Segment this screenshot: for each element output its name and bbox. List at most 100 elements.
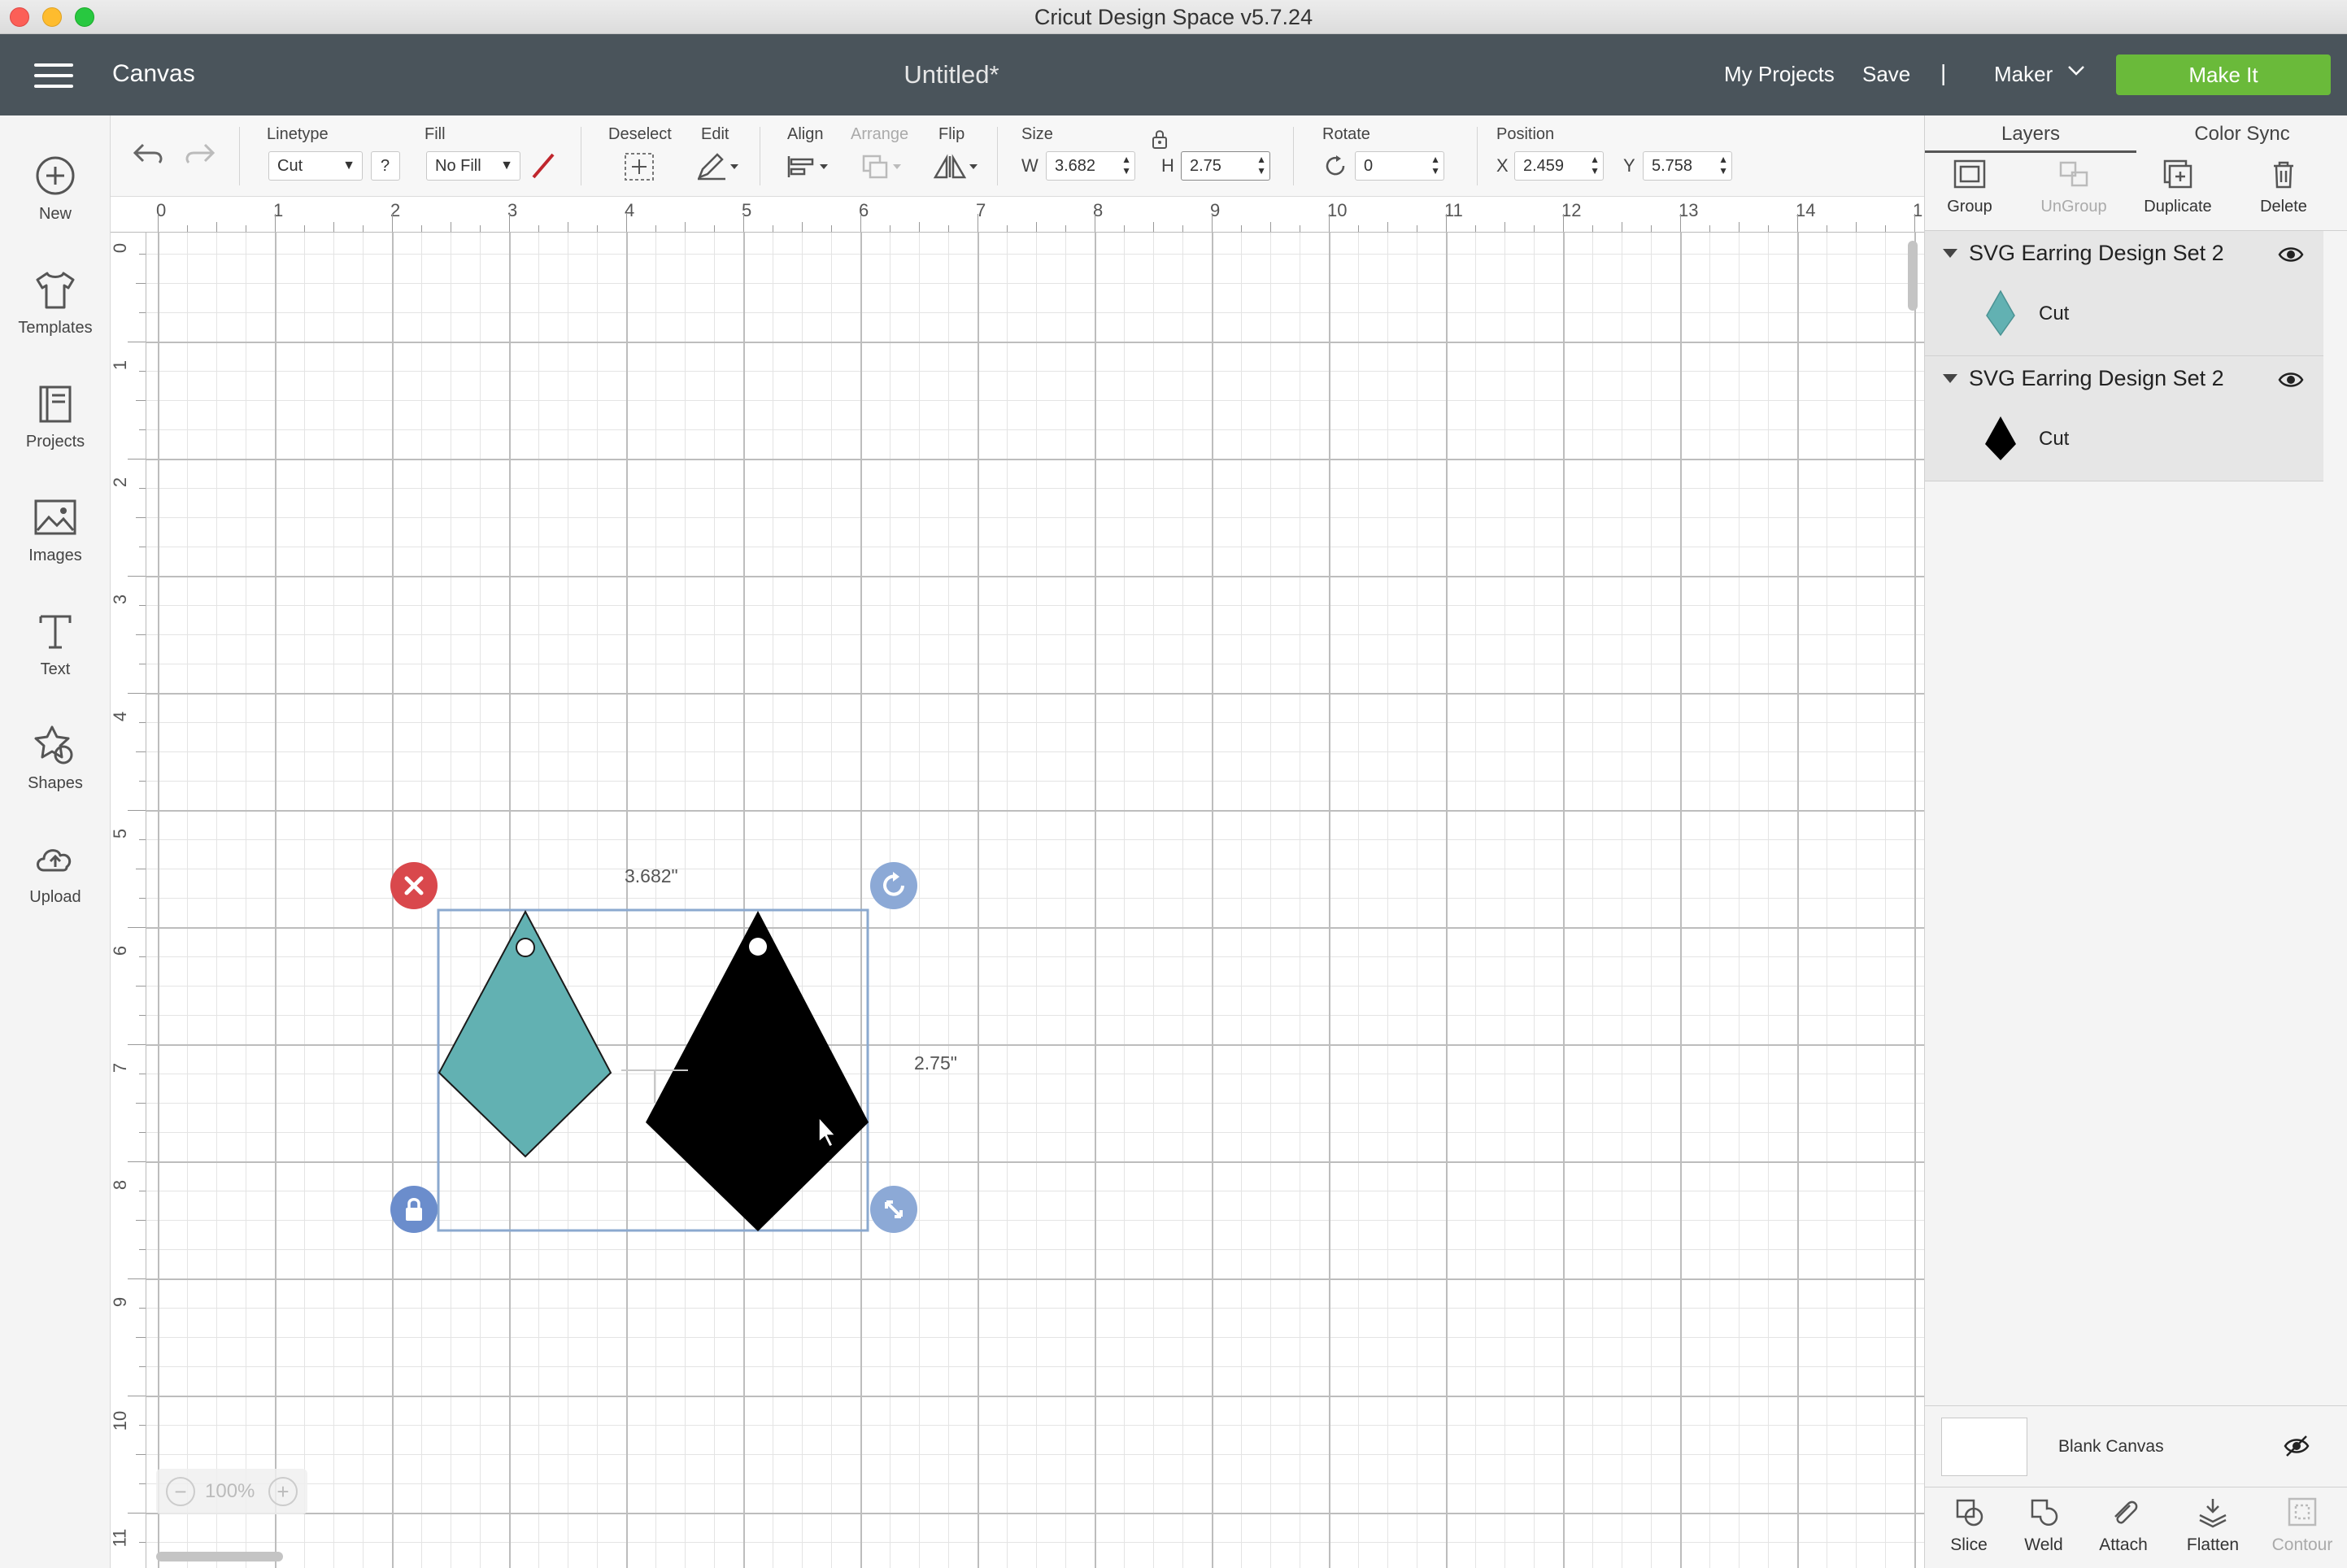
no-fill-swatch-icon[interactable] xyxy=(529,151,558,181)
position-label: Position xyxy=(1496,125,1555,143)
align-icon[interactable] xyxy=(784,151,833,186)
tshirt-icon xyxy=(36,272,75,309)
horizontal-scrollbar[interactable] xyxy=(156,1552,283,1561)
width-input[interactable]: 3.682 ▲ ▼ xyxy=(1046,151,1135,181)
layer-actions: Slice Weld Attach Flatten Contour xyxy=(1925,1487,2347,1568)
sidebar-item-label: Projects xyxy=(25,433,85,451)
eye-icon[interactable] xyxy=(2278,369,2304,394)
text-icon xyxy=(39,615,72,649)
teal-earring-hole xyxy=(516,938,535,957)
slice-button[interactable]: Slice xyxy=(1930,1496,2008,1555)
blank-canvas-row[interactable]: Blank Canvas xyxy=(1925,1405,2347,1487)
collapse-triangle-icon[interactable] xyxy=(1943,249,1957,258)
rotate-label: Rotate xyxy=(1322,125,1370,143)
image-icon xyxy=(34,499,76,535)
sidebar-item-templates[interactable]: Templates xyxy=(0,254,111,359)
flip-icon[interactable] xyxy=(930,151,981,186)
slice-label: Slice xyxy=(1950,1535,1988,1554)
height-input[interactable]: 2.75 ▲ ▼ xyxy=(1181,151,1270,181)
resize-selection-button[interactable] xyxy=(870,1186,917,1233)
delete-selection-button[interactable] xyxy=(390,862,438,909)
sidebar-item-images[interactable]: Images xyxy=(0,481,111,587)
y-position-input[interactable]: 5.758 ▲ ▼ xyxy=(1643,151,1732,181)
zoom-in-button[interactable]: + xyxy=(268,1477,298,1506)
chevron-down-icon[interactable] xyxy=(2066,60,2087,87)
blank-canvas-swatch xyxy=(1941,1418,2027,1476)
machine-select[interactable]: Maker xyxy=(1994,62,2053,87)
edit-pencil-icon[interactable] xyxy=(693,151,742,186)
plus-circle-icon xyxy=(36,156,75,195)
sidebar-item-label: Text xyxy=(40,660,71,678)
design-canvas[interactable]: 0 1 2 3 4 5 6 7 8 9 10 11 12 13 14 1 0 1… xyxy=(111,197,1924,1568)
linetype-help-button[interactable]: ? xyxy=(371,151,400,181)
edit-label: Edit xyxy=(701,125,729,143)
group-icon xyxy=(1953,159,1986,189)
zoom-out-button[interactable]: − xyxy=(166,1477,195,1506)
stepper-icon[interactable]: ▲ ▼ xyxy=(1718,154,1728,176)
y-label: Y xyxy=(1623,155,1635,176)
cloud-upload-icon xyxy=(37,849,72,872)
projects-icon xyxy=(39,385,72,423)
left-sidebar: New Templates Projects Images Text Shape… xyxy=(0,115,111,1568)
layer-group[interactable]: SVG Earring Design Set 2 Cut xyxy=(1925,356,2323,481)
group-button[interactable]: Group xyxy=(1925,158,2014,216)
rotate-selection-button[interactable] xyxy=(870,862,917,909)
sidebar-item-projects[interactable]: Projects xyxy=(0,368,111,473)
undo-icon[interactable] xyxy=(132,138,166,172)
paperclip-icon xyxy=(2114,1500,2138,1524)
stepper-icon[interactable]: ▲ ▼ xyxy=(1121,154,1131,176)
vertical-scrollbar[interactable] xyxy=(1908,241,1918,311)
rotate-value: 0 xyxy=(1364,157,1374,175)
deselect-icon[interactable] xyxy=(623,151,655,186)
contour-icon xyxy=(2288,1497,2317,1527)
stepper-icon[interactable]: ▲ ▼ xyxy=(1430,154,1440,176)
caret-down-icon: ▼ xyxy=(342,159,355,172)
fill-select[interactable]: No Fill ▼ xyxy=(426,151,520,181)
weld-label: Weld xyxy=(2024,1535,2063,1554)
layer-tools: Group UnGroup Duplicate Delete xyxy=(1925,153,2347,231)
toolbar-divider xyxy=(997,127,998,185)
tab-layers[interactable]: Layers xyxy=(1925,115,2136,153)
sidebar-item-shapes[interactable]: Shapes xyxy=(0,709,111,815)
tab-color-sync[interactable]: Color Sync xyxy=(2136,115,2347,153)
stepper-icon[interactable]: ▲ ▼ xyxy=(1256,154,1266,176)
x-position-input[interactable]: 2.459 ▲ ▼ xyxy=(1514,151,1604,181)
sidebar-item-label: Shapes xyxy=(28,774,83,792)
eye-icon[interactable] xyxy=(2278,244,2304,269)
lock-icon xyxy=(406,1198,422,1221)
shapes-icon xyxy=(34,725,73,764)
layer-item-label: Cut xyxy=(2039,303,2070,324)
canvas-artwork xyxy=(437,908,869,1232)
flatten-button[interactable]: Flatten xyxy=(2174,1496,2252,1555)
linetype-select[interactable]: Cut ▼ xyxy=(268,151,363,181)
save-link[interactable]: Save xyxy=(1862,62,1910,87)
delete-button[interactable]: Delete xyxy=(2239,158,2328,216)
toolbar-divider xyxy=(1477,127,1478,185)
stepper-icon[interactable]: ▲ ▼ xyxy=(1590,154,1600,176)
weld-button[interactable]: Weld xyxy=(2005,1496,2083,1555)
zoom-level: 100% xyxy=(205,1480,255,1502)
sidebar-item-upload[interactable]: Upload xyxy=(0,823,111,929)
attach-button[interactable]: Attach xyxy=(2084,1496,2162,1555)
layer-group[interactable]: SVG Earring Design Set 2 Cut xyxy=(1925,231,2323,356)
width-value: 3.682 xyxy=(1055,157,1096,175)
fill-value: No Fill xyxy=(435,157,481,175)
lock-selection-button[interactable] xyxy=(390,1186,438,1233)
arrange-icon xyxy=(859,151,908,186)
linetype-value: Cut xyxy=(277,157,303,175)
caret-down-icon: ▼ xyxy=(500,159,513,172)
make-it-button[interactable]: Make It xyxy=(2116,54,2331,95)
sidebar-item-text[interactable]: Text xyxy=(0,595,111,701)
sidebar-item-new[interactable]: New xyxy=(0,140,111,246)
lock-proportions-icon[interactable] xyxy=(1150,128,1169,154)
eye-hidden-icon[interactable] xyxy=(2283,1434,2310,1462)
weld-icon xyxy=(2031,1499,2058,1527)
collapse-triangle-icon[interactable] xyxy=(1943,374,1957,383)
edit-toolbar: Linetype Cut ▼ ? Fill No Fill ▼ Deselect… xyxy=(111,115,1924,197)
rotate-input[interactable]: 0 ▲ ▼ xyxy=(1355,151,1444,181)
my-projects-link[interactable]: My Projects xyxy=(1724,62,1835,87)
flatten-label: Flatten xyxy=(2186,1535,2240,1554)
selection-width-label: 3.682" xyxy=(625,865,678,886)
duplicate-button[interactable]: Duplicate xyxy=(2133,158,2223,216)
contour-button: Contour xyxy=(2263,1496,2341,1555)
